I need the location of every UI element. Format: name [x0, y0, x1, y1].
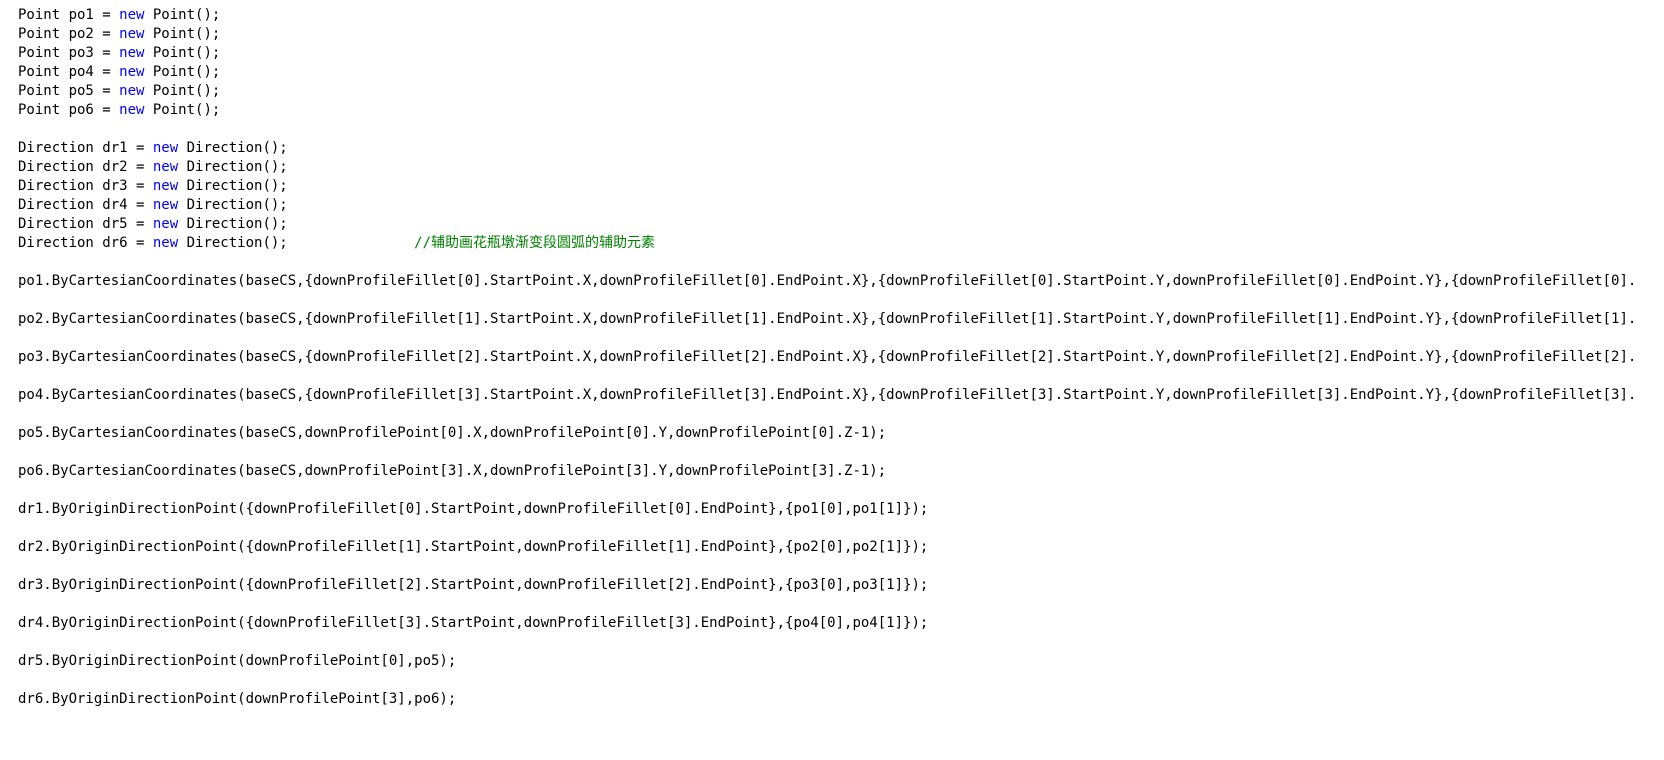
code-line: Point po4 = new Point(); — [18, 63, 1664, 82]
keyword-token: new — [119, 7, 144, 23]
keyword-token: new — [153, 140, 178, 156]
code-line: Point po5 = new Point(); — [18, 82, 1664, 101]
code-token: dr6.ByOriginDirectionPoint(downProfilePo… — [18, 691, 456, 707]
comment-token: //辅助画花瓶墩渐变段圆弧的辅助元素 — [414, 235, 655, 251]
code-token: Point po1 = — [18, 7, 119, 23]
code-token: Point(); — [144, 83, 220, 99]
code-token: Point po3 = — [18, 45, 119, 61]
code-token: dr5.ByOriginDirectionPoint(downProfilePo… — [18, 653, 456, 669]
keyword-token: new — [119, 83, 144, 99]
code-line — [18, 481, 1664, 500]
code-line: Direction dr5 = new Direction(); — [18, 215, 1664, 234]
code-line: dr5.ByOriginDirectionPoint(downProfilePo… — [18, 652, 1664, 671]
code-line: po2.ByCartesianCoordinates(baseCS,{downP… — [18, 310, 1664, 329]
code-line: po4.ByCartesianCoordinates(baseCS,{downP… — [18, 386, 1664, 405]
code-token: Point po2 = — [18, 26, 119, 42]
code-line: po6.ByCartesianCoordinates(baseCS,downPr… — [18, 462, 1664, 481]
code-token: Point po4 = — [18, 64, 119, 80]
code-line: dr1.ByOriginDirectionPoint({downProfileF… — [18, 500, 1664, 519]
code-token: Direction(); — [178, 159, 288, 175]
code-line — [18, 557, 1664, 576]
code-line — [18, 443, 1664, 462]
code-line — [18, 405, 1664, 424]
code-token: Direction dr1 = — [18, 140, 153, 156]
code-line — [18, 519, 1664, 538]
code-token: po4.ByCartesianCoordinates(baseCS,{downP… — [18, 387, 1636, 403]
code-line — [18, 671, 1664, 690]
code-line: po5.ByCartesianCoordinates(baseCS,downPr… — [18, 424, 1664, 443]
code-token: Point po5 = — [18, 83, 119, 99]
code-line — [18, 253, 1664, 272]
keyword-token: new — [119, 102, 144, 118]
code-token: Direction dr5 = — [18, 216, 153, 232]
code-token: Direction dr6 = — [18, 235, 153, 251]
code-token: Point po6 = — [18, 102, 119, 118]
code-token: Direction(); — [178, 197, 288, 213]
code-line: dr2.ByOriginDirectionPoint({downProfileF… — [18, 538, 1664, 557]
code-token: po2.ByCartesianCoordinates(baseCS,{downP… — [18, 311, 1636, 327]
code-line: Direction dr3 = new Direction(); — [18, 177, 1664, 196]
code-token: Direction dr2 = — [18, 159, 153, 175]
code-line — [18, 329, 1664, 348]
code-token: Point(); — [144, 64, 220, 80]
code-token: dr3.ByOriginDirectionPoint({downProfileF… — [18, 577, 928, 593]
code-token: po3.ByCartesianCoordinates(baseCS,{downP… — [18, 349, 1636, 365]
code-token: Direction dr3 = — [18, 178, 153, 194]
code-token: Point(); — [144, 45, 220, 61]
code-token: Direction(); — [178, 178, 288, 194]
code-token: Point(); — [144, 7, 220, 23]
code-token: dr4.ByOriginDirectionPoint({downProfileF… — [18, 615, 928, 631]
code-line: dr4.ByOriginDirectionPoint({downProfileF… — [18, 614, 1664, 633]
code-line: po1.ByCartesianCoordinates(baseCS,{downP… — [18, 272, 1664, 291]
keyword-token: new — [153, 159, 178, 175]
code-line: Direction dr6 = new Direction(); //辅助画花瓶… — [18, 234, 1664, 253]
code-line: Point po2 = new Point(); — [18, 25, 1664, 44]
code-token: dr2.ByOriginDirectionPoint({downProfileF… — [18, 539, 928, 555]
code-token: Direction(); — [178, 140, 288, 156]
code-line: dr6.ByOriginDirectionPoint(downProfilePo… — [18, 690, 1664, 709]
code-token: po5.ByCartesianCoordinates(baseCS,downPr… — [18, 425, 886, 441]
code-token: Point(); — [144, 102, 220, 118]
keyword-token: new — [153, 216, 178, 232]
code-line — [18, 367, 1664, 386]
code-line: po3.ByCartesianCoordinates(baseCS,{downP… — [18, 348, 1664, 367]
keyword-token: new — [119, 45, 144, 61]
code-token: po1.ByCartesianCoordinates(baseCS,{downP… — [18, 273, 1636, 289]
code-line — [18, 291, 1664, 310]
code-line — [18, 120, 1664, 139]
keyword-token: new — [119, 26, 144, 42]
code-token: Direction(); — [178, 235, 414, 251]
code-line: Point po6 = new Point(); — [18, 101, 1664, 120]
code-line: Point po3 = new Point(); — [18, 44, 1664, 63]
code-line: dr3.ByOriginDirectionPoint({downProfileF… — [18, 576, 1664, 595]
code-token: dr1.ByOriginDirectionPoint({downProfileF… — [18, 501, 928, 517]
keyword-token: new — [153, 178, 178, 194]
code-line: Direction dr1 = new Direction(); — [18, 139, 1664, 158]
code-token: po6.ByCartesianCoordinates(baseCS,downPr… — [18, 463, 886, 479]
keyword-token: new — [153, 235, 178, 251]
code-line — [18, 633, 1664, 652]
code-block: Point po1 = new Point();Point po2 = new … — [0, 0, 1664, 709]
keyword-token: new — [153, 197, 178, 213]
code-line: Direction dr2 = new Direction(); — [18, 158, 1664, 177]
code-line: Point po1 = new Point(); — [18, 6, 1664, 25]
code-token: Point(); — [144, 26, 220, 42]
code-line: Direction dr4 = new Direction(); — [18, 196, 1664, 215]
code-token: Direction(); — [178, 216, 288, 232]
code-token: Direction dr4 = — [18, 197, 153, 213]
keyword-token: new — [119, 64, 144, 80]
code-line — [18, 595, 1664, 614]
